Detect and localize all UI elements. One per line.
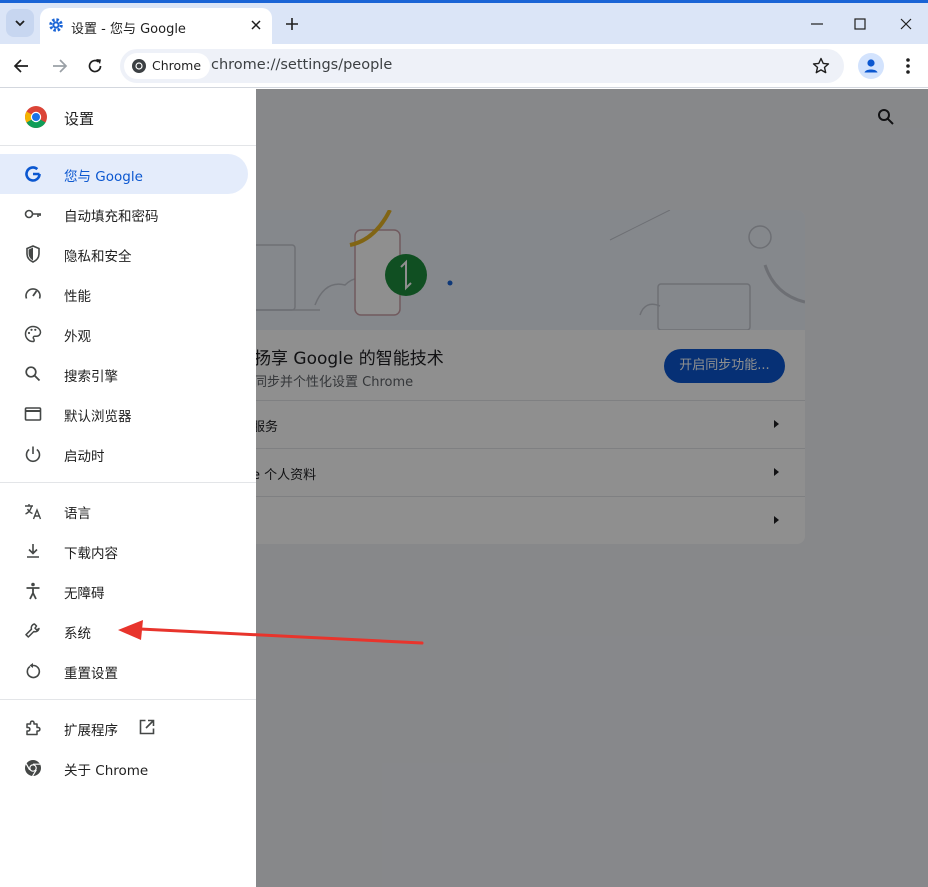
power-icon <box>25 446 41 463</box>
reload-button[interactable] <box>84 55 106 77</box>
wrench-icon <box>25 623 40 638</box>
title-bar: 设置 - 您与 Google <box>0 0 928 44</box>
chrome-logo-icon <box>25 106 47 128</box>
sidebar-item-label: 自动填充和密码 <box>64 209 159 225</box>
sidebar-item-downloads[interactable]: 下载内容 <box>0 531 248 571</box>
sidebar-item-reset[interactable]: 重置设置 <box>0 651 248 691</box>
sidebar-item-default-browser[interactable]: 默认浏览器 <box>0 394 248 434</box>
download-icon <box>27 544 39 558</box>
new-tab-button[interactable] <box>282 14 302 34</box>
sidebar-item-label: 搜索引擎 <box>64 369 118 385</box>
close-icon[interactable] <box>248 17 264 33</box>
profile-avatar-button[interactable] <box>858 53 884 79</box>
chevron-down-icon <box>15 20 25 27</box>
window-close-button[interactable] <box>896 14 916 34</box>
sidebar-item-label: 无障碍 <box>64 586 105 602</box>
tab-search-button[interactable] <box>6 9 34 37</box>
minimize-button[interactable] <box>807 14 827 34</box>
site-chip-label: Chrome <box>152 58 202 73</box>
sidebar-item-search-engine[interactable]: 搜索引擎 <box>0 354 248 394</box>
open-in-new-icon <box>139 719 155 735</box>
sidebar-item-about-chrome[interactable]: 关于 Chrome <box>0 748 248 788</box>
accessibility-icon <box>26 582 40 600</box>
sidebar-item-label: 扩展程序 <box>64 723 118 739</box>
active-tab[interactable]: 设置 - 您与 Google <box>40 8 272 44</box>
sidebar-item-extensions[interactable]: 扩展程序 <box>0 708 248 748</box>
sidebar-item-appearance[interactable]: 外观 <box>0 314 248 354</box>
tab-title: 设置 - 您与 Google <box>71 22 186 37</box>
sidebar-item-label: 关于 Chrome <box>64 763 149 779</box>
extension-icon <box>26 720 41 736</box>
palette-icon <box>24 325 42 343</box>
sidebar-item-system[interactable]: 系统 <box>0 611 248 651</box>
sidebar-item-label: 启动时 <box>64 449 105 465</box>
browser-window-icon <box>24 407 42 421</box>
more-vert-icon[interactable] <box>898 55 918 77</box>
translate-icon <box>25 504 42 520</box>
maximize-button[interactable] <box>850 14 870 34</box>
sidebar-item-label: 重置设置 <box>64 666 118 682</box>
sidebar-divider <box>0 699 256 700</box>
gear-icon <box>49 18 63 32</box>
sidebar-item-label: 隐私和安全 <box>64 249 132 265</box>
sidebar-item-accessibility[interactable]: 无障碍 <box>0 571 248 611</box>
sidebar-item-label: 下载内容 <box>64 546 118 562</box>
bookmark-star-icon[interactable] <box>811 56 831 76</box>
sidebar-item-label: 外观 <box>64 329 91 345</box>
search-icon <box>25 366 41 382</box>
toolbar: Chrome chrome://settings/people <box>0 44 928 88</box>
google-g-icon <box>25 166 41 182</box>
sidebar-item-label: 您与 Google <box>64 169 143 185</box>
sidebar-item-autofill[interactable]: 自动填充和密码 <box>0 194 248 234</box>
drawer-title: 设置 <box>64 110 95 128</box>
back-button[interactable] <box>11 55 33 77</box>
sidebar-divider <box>0 482 256 483</box>
site-info-chip[interactable]: Chrome <box>124 53 211 79</box>
key-icon <box>24 209 41 219</box>
chrome-icon <box>132 59 146 73</box>
sidebar-item-label: 语言 <box>64 506 91 522</box>
shield-icon <box>26 245 40 263</box>
sidebar-item-languages[interactable]: 语言 <box>0 491 248 531</box>
chrome-icon <box>25 760 41 777</box>
sidebar-item-label: 默认浏览器 <box>64 409 132 425</box>
person-icon <box>864 59 878 73</box>
sidebar-item-performance[interactable]: 性能 <box>0 274 248 314</box>
sidebar-item-you-and-google[interactable]: 您与 Google <box>0 154 248 194</box>
sidebar-item-on-startup[interactable]: 启动时 <box>0 434 248 474</box>
drawer-header: 设置 <box>0 89 256 146</box>
settings-drawer: 设置 您与 Google 自动填充和密码 隐私和安全 性能 外观 搜索引擎 默认… <box>0 89 256 887</box>
url-text[interactable]: chrome://settings/people <box>211 57 392 73</box>
sidebar-item-privacy[interactable]: 隐私和安全 <box>0 234 248 274</box>
browser-window: 设置 - 您与 Google Chrome chrome://settings/… <box>0 0 928 887</box>
speedometer-icon <box>25 288 41 299</box>
address-bar[interactable]: Chrome chrome://settings/people <box>120 49 844 83</box>
reset-icon <box>26 663 41 679</box>
forward-button[interactable] <box>48 55 70 77</box>
sidebar-item-label: 性能 <box>64 289 91 305</box>
sidebar-item-label: 系统 <box>64 626 91 642</box>
